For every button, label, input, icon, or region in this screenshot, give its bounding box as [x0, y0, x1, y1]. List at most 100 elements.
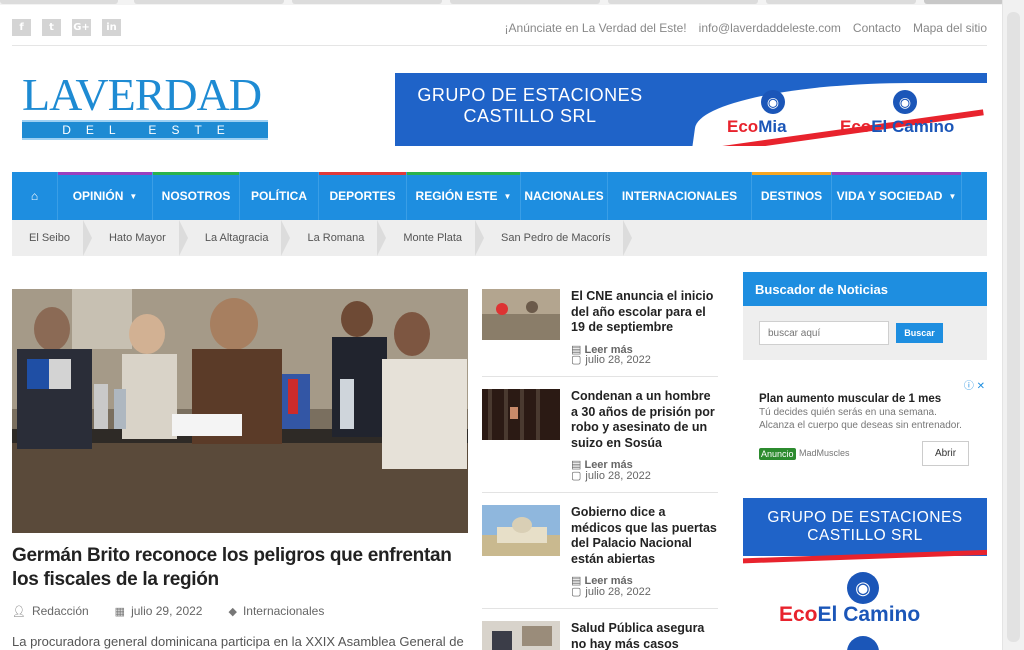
side-banner-line1: GRUPO DE ESTACIONES	[767, 509, 963, 526]
user-icon: 👤︎	[12, 605, 26, 618]
conference-photo	[12, 289, 468, 533]
contact-link[interactable]: Contacto	[853, 21, 901, 35]
logo-word: LAVERDAD	[22, 69, 262, 120]
featured-excerpt: La procuradora general dominicana partic…	[12, 634, 464, 649]
nav-item-label: DESTINOS	[760, 189, 823, 203]
email-link[interactable]: info@laverdaddeleste.com	[699, 21, 841, 35]
ad-title[interactable]: Plan aumento muscular de 1 mes	[759, 393, 941, 405]
ecoelcamino-brand: EcoEl Camino	[840, 117, 955, 136]
linkedin-icon[interactable]: in	[102, 19, 121, 36]
main-nav: ⌂ OPINIÓN ▼ NOSOTROS POLÍTICA DEPORTES REGIÓN …	[12, 172, 987, 220]
google-plus-icon[interactable]: G+	[72, 19, 91, 36]
nav-item-label: INTERNACIONALES	[621, 189, 738, 203]
nav-item-label: VIDA Y SOCIEDAD	[836, 189, 943, 203]
globe-logo-icon: ◉	[893, 90, 917, 114]
banner-line2: CASTILLO SRL	[463, 106, 597, 126]
featured-title[interactable]: Germán Brito reconoce los peligros que e…	[12, 544, 468, 592]
featured-meta: 👤︎ Redacción ▦ julio 29, 2022 ◆ Internac…	[12, 604, 324, 618]
page-scrollbar[interactable]	[1002, 0, 1024, 650]
social-links: f t G+ in	[12, 19, 121, 36]
sponsored-ad[interactable]: ⓘ ✕ Plan aumento muscular de 1 mes Tú de…	[743, 372, 987, 472]
ad-close-icon[interactable]: ⓘ ✕	[964, 377, 985, 392]
chevron-down-icon: ▼	[503, 191, 512, 201]
header-banner-ad[interactable]: GRUPO DE ESTACIONES CASTILLO SRL ◉ ◉ Eco…	[395, 73, 987, 146]
chevron-down-icon: ▼	[948, 191, 957, 201]
region-link[interactable]: El Seibo	[12, 220, 92, 256]
search-header: Buscador de Noticias	[743, 272, 987, 306]
news-date: ▢ julio 28, 2022	[571, 470, 651, 482]
region-link[interactable]: La Romana	[290, 220, 387, 256]
news-title[interactable]: Gobierno dice a médicos que las puertas …	[571, 505, 719, 567]
news-title[interactable]: El CNE anuncia el inicio del año escolar…	[571, 289, 719, 336]
side-banner-line2: CASTILLO SRL	[807, 527, 923, 544]
nav-item-politica[interactable]: POLÍTICA	[240, 172, 319, 220]
region-link[interactable]: Monte Plata	[386, 220, 484, 256]
advertise-link[interactable]: ¡Anúnciate en La Verdad del Este!	[505, 21, 687, 35]
news-search-widget: Buscador de Noticias Buscar	[743, 272, 987, 360]
ad-source: MadMuscles	[799, 448, 850, 458]
nav-item-label: NACIONALES	[524, 189, 604, 203]
globe-logo-icon: ◉	[847, 572, 879, 604]
news-thumbnail[interactable]	[482, 505, 560, 556]
facebook-icon[interactable]: f	[12, 19, 31, 36]
clock-icon: ▢	[571, 354, 582, 366]
search-button[interactable]: Buscar	[896, 323, 943, 343]
nav-item-region-este[interactable]: REGIÓN ESTE ▼	[407, 172, 521, 220]
nav-item-opinion[interactable]: OPINIÓN ▼	[58, 172, 153, 220]
top-links: ¡Anúnciate en La Verdad del Este! info@l…	[505, 21, 987, 35]
region-link[interactable]: San Pedro de Macorís	[484, 220, 633, 256]
nav-item-nosotros[interactable]: NOSOTROS	[153, 172, 240, 220]
news-item[interactable]: Condenan a un hombre a 30 años de prisió…	[482, 389, 718, 493]
top-bar: f t G+ in ¡Anúnciate en La Verdad del Es…	[12, 14, 987, 46]
news-thumbnail[interactable]	[482, 389, 560, 440]
ad-badge: Anuncio	[759, 448, 796, 460]
nav-item-destinos[interactable]: DESTINOS	[752, 172, 832, 220]
banner-text: GRUPO DE ESTACIONES CASTILLO SRL	[405, 85, 655, 127]
clock-icon: ▢	[571, 586, 582, 598]
home-icon: ⌂	[30, 189, 39, 203]
ecoelcamino-brand: EcoEl Camino	[779, 603, 921, 626]
news-title[interactable]: Condenan a un hombre a 30 años de prisió…	[571, 389, 719, 451]
news-item[interactable]: El CNE anuncia el inicio del año escolar…	[482, 289, 718, 377]
news-thumbnail[interactable]	[482, 621, 560, 650]
chevron-down-icon: ▼	[129, 191, 138, 201]
region-link[interactable]: Hato Mayor	[92, 220, 188, 256]
logo-band: DEL ESTE	[22, 120, 268, 140]
nav-item-deportes[interactable]: DEPORTES	[319, 172, 407, 220]
nav-item-label: DEPORTES	[329, 189, 396, 203]
publish-date: julio 29, 2022	[131, 604, 203, 618]
news-date: ▢ julio 28, 2022	[571, 354, 651, 366]
news-item[interactable]: Salud Pública asegura no hay más casos a…	[482, 621, 718, 650]
browser-tab-strip	[0, 0, 1024, 5]
sitemap-link[interactable]: Mapa del sitio	[913, 21, 987, 35]
ad-open-button[interactable]: Abrir	[922, 441, 969, 466]
news-thumbnail[interactable]	[482, 289, 560, 340]
globe-logo-icon: ◉	[761, 90, 785, 114]
featured-image[interactable]	[12, 289, 468, 533]
nav-item-label: NOSOTROS	[161, 189, 231, 203]
search-input[interactable]	[759, 321, 889, 345]
nav-item-label: OPINIÓN	[72, 189, 124, 203]
globe-logo-icon	[847, 636, 879, 650]
news-item[interactable]: Gobierno dice a médicos que las puertas …	[482, 505, 718, 609]
banner-line1: GRUPO DE ESTACIONES	[417, 85, 643, 105]
nav-item-home[interactable]: ⌂	[12, 172, 58, 220]
region-subnav: El Seibo Hato Mayor La Altagracia La Romana…	[12, 220, 987, 256]
calendar-icon: ▦	[114, 605, 126, 618]
nav-item-vida-y-sociedad[interactable]: VIDA Y SOCIEDAD ▼	[832, 172, 962, 220]
news-title[interactable]: Salud Pública asegura no hay más casos a…	[571, 621, 718, 650]
twitter-icon[interactable]: t	[42, 19, 61, 36]
nav-item-label: REGIÓN ESTE	[415, 189, 498, 203]
author-name[interactable]: Redacción	[32, 604, 89, 618]
ecomia-brand: EcoMia	[727, 117, 787, 136]
region-link[interactable]: La Altagracia	[188, 220, 291, 256]
sidebar-banner-ad[interactable]: GRUPO DE ESTACIONES CASTILLO SRL ◉ EcoEl…	[743, 498, 987, 650]
nav-item-nacionales[interactable]: NACIONALES	[521, 172, 608, 220]
site-logo[interactable]: LAVERDAD DEL ESTE	[20, 70, 272, 146]
ad-description: Tú decides quién serás en una semana. Al…	[759, 407, 962, 431]
scrollbar-thumb[interactable]	[1007, 12, 1020, 642]
nav-item-internacionales[interactable]: INTERNACIONALES	[608, 172, 752, 220]
clock-icon: ▢	[571, 470, 582, 482]
category-link[interactable]: Internacionales	[243, 604, 324, 618]
nav-item-label: POLÍTICA	[251, 189, 307, 203]
